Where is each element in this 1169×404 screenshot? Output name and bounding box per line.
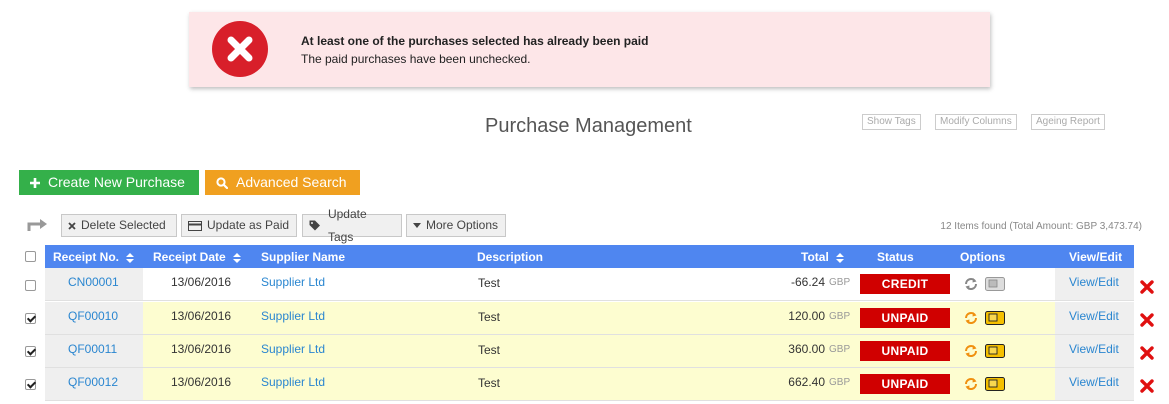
payment-card-icon[interactable] <box>985 277 1005 291</box>
col-supplier-name[interactable]: Supplier Name <box>261 250 345 264</box>
error-icon <box>212 21 268 77</box>
col-total-label: Total <box>801 250 829 264</box>
items-found-summary: 12 Items found (Total Amount: GBP 3,473.… <box>940 221 1142 232</box>
update-as-paid-label: Update as Paid <box>207 218 290 232</box>
col-receipt-date[interactable]: Receipt Date <box>153 250 242 264</box>
bulk-action-arrow-icon <box>27 219 47 231</box>
refresh-icon[interactable] <box>964 377 978 391</box>
refresh-icon[interactable] <box>964 277 978 291</box>
table-header: Receipt No. Receipt Date Supplier Name D… <box>45 245 1134 268</box>
alert-message: The paid purchases have been unchecked. <box>301 52 531 66</box>
delete-icon[interactable] <box>1140 313 1154 327</box>
currency: GBP <box>829 344 851 355</box>
show-tags-button[interactable]: Show Tags <box>862 114 921 130</box>
supplier-link[interactable]: Supplier Ltd <box>261 309 325 323</box>
description: Test <box>478 276 501 290</box>
plus-icon <box>30 177 40 188</box>
create-label: Create New Purchase <box>48 174 185 190</box>
update-as-paid-button[interactable]: Update as Paid <box>181 214 297 237</box>
receipt-no-link[interactable]: CN00001 <box>68 275 119 289</box>
more-options-label: More Options <box>426 218 499 232</box>
tags-icon <box>309 220 320 231</box>
payment-card-icon[interactable] <box>985 344 1005 358</box>
row-checkbox[interactable] <box>25 280 36 291</box>
row-checkbox[interactable] <box>25 346 36 357</box>
row-checkbox[interactable] <box>25 379 36 390</box>
ageing-report-button[interactable]: Ageing Report <box>1031 114 1105 130</box>
description: Test <box>478 343 501 357</box>
more-options-dropdown[interactable]: More Options <box>406 214 506 237</box>
total-amount: 120.00 <box>788 309 825 323</box>
col-status: Status <box>877 250 914 264</box>
sort-icon <box>126 252 135 263</box>
sort-icon <box>836 252 845 263</box>
currency: GBP <box>829 311 851 322</box>
receipt-date: 13/06/2016 <box>171 309 232 323</box>
page-title: Purchase Management <box>485 115 692 137</box>
table-row: QF00012 13/06/2016 Supplier Ltd Test 662… <box>45 368 1134 401</box>
col-receipt-date-label: Receipt Date <box>153 250 226 264</box>
currency: GBP <box>829 277 851 288</box>
delete-icon[interactable] <box>1140 379 1154 393</box>
col-total[interactable]: Total <box>801 250 845 264</box>
delete-selected-button[interactable]: Delete Selected <box>61 214 177 237</box>
status-badge: UNPAID <box>860 374 950 394</box>
col-description[interactable]: Description <box>477 250 543 264</box>
delete-selected-label: Delete Selected <box>81 218 166 232</box>
currency: GBP <box>829 377 851 388</box>
supplier-link[interactable]: Supplier Ltd <box>261 375 325 389</box>
table-row: CN00001 13/06/2016 Supplier Ltd Test -66… <box>45 268 1134 301</box>
receipt-date: 13/06/2016 <box>171 275 232 289</box>
refresh-icon[interactable] <box>964 344 978 358</box>
table-row: QF00011 13/06/2016 Supplier Ltd Test 360… <box>45 335 1134 368</box>
supplier-link[interactable]: Supplier Ltd <box>261 342 325 356</box>
create-new-purchase-button[interactable]: Create New Purchase <box>19 170 199 195</box>
total-amount: 360.00 <box>788 342 825 356</box>
status-badge: CREDIT <box>860 274 950 294</box>
credit-card-icon <box>188 220 202 231</box>
status-badge: UNPAID <box>860 308 950 328</box>
payment-card-icon[interactable] <box>985 377 1005 391</box>
total-amount: -66.24 <box>790 275 825 289</box>
update-tags-label: Update Tags <box>327 206 367 244</box>
close-icon <box>68 221 76 230</box>
receipt-no-link[interactable]: QF00010 <box>68 309 118 323</box>
search-label: Advanced Search <box>236 174 347 190</box>
col-receipt-no[interactable]: Receipt No. <box>53 250 135 264</box>
supplier-link[interactable]: Supplier Ltd <box>261 275 325 289</box>
view-edit-link[interactable]: View/Edit <box>1069 342 1119 356</box>
view-edit-link[interactable]: View/Edit <box>1069 375 1119 389</box>
caret-down-icon <box>413 222 421 228</box>
delete-icon[interactable] <box>1140 346 1154 360</box>
advanced-search-button[interactable]: Advanced Search <box>205 170 360 195</box>
status-badge: UNPAID <box>860 341 950 361</box>
search-icon <box>216 176 228 189</box>
description: Test <box>478 376 501 390</box>
modify-columns-button[interactable]: Modify Columns <box>935 114 1017 130</box>
table-row: QF00010 13/06/2016 Supplier Ltd Test 120… <box>45 302 1134 335</box>
alert-title: At least one of the purchases selected h… <box>301 34 649 48</box>
refresh-icon[interactable] <box>964 311 978 325</box>
total-amount: 662.40 <box>788 375 825 389</box>
delete-icon[interactable] <box>1140 280 1154 294</box>
receipt-date: 13/06/2016 <box>171 342 232 356</box>
col-receipt-no-label: Receipt No. <box>53 250 120 264</box>
col-options: Options <box>960 250 1006 264</box>
col-view-edit: View/Edit <box>1069 250 1123 264</box>
row-checkbox[interactable] <box>25 313 36 324</box>
receipt-date: 13/06/2016 <box>171 375 232 389</box>
receipt-no-link[interactable]: QF00012 <box>68 375 118 389</box>
sort-icon <box>233 252 242 263</box>
view-edit-link[interactable]: View/Edit <box>1069 275 1119 289</box>
select-all-checkbox[interactable] <box>25 251 36 262</box>
description: Test <box>478 310 501 324</box>
update-tags-button[interactable]: Update Tags <box>302 207 402 244</box>
view-edit-link[interactable]: View/Edit <box>1069 309 1119 323</box>
error-alert: At least one of the purchases selected h… <box>189 12 990 87</box>
receipt-no-link[interactable]: QF00011 <box>68 342 117 356</box>
payment-card-icon[interactable] <box>985 311 1005 325</box>
